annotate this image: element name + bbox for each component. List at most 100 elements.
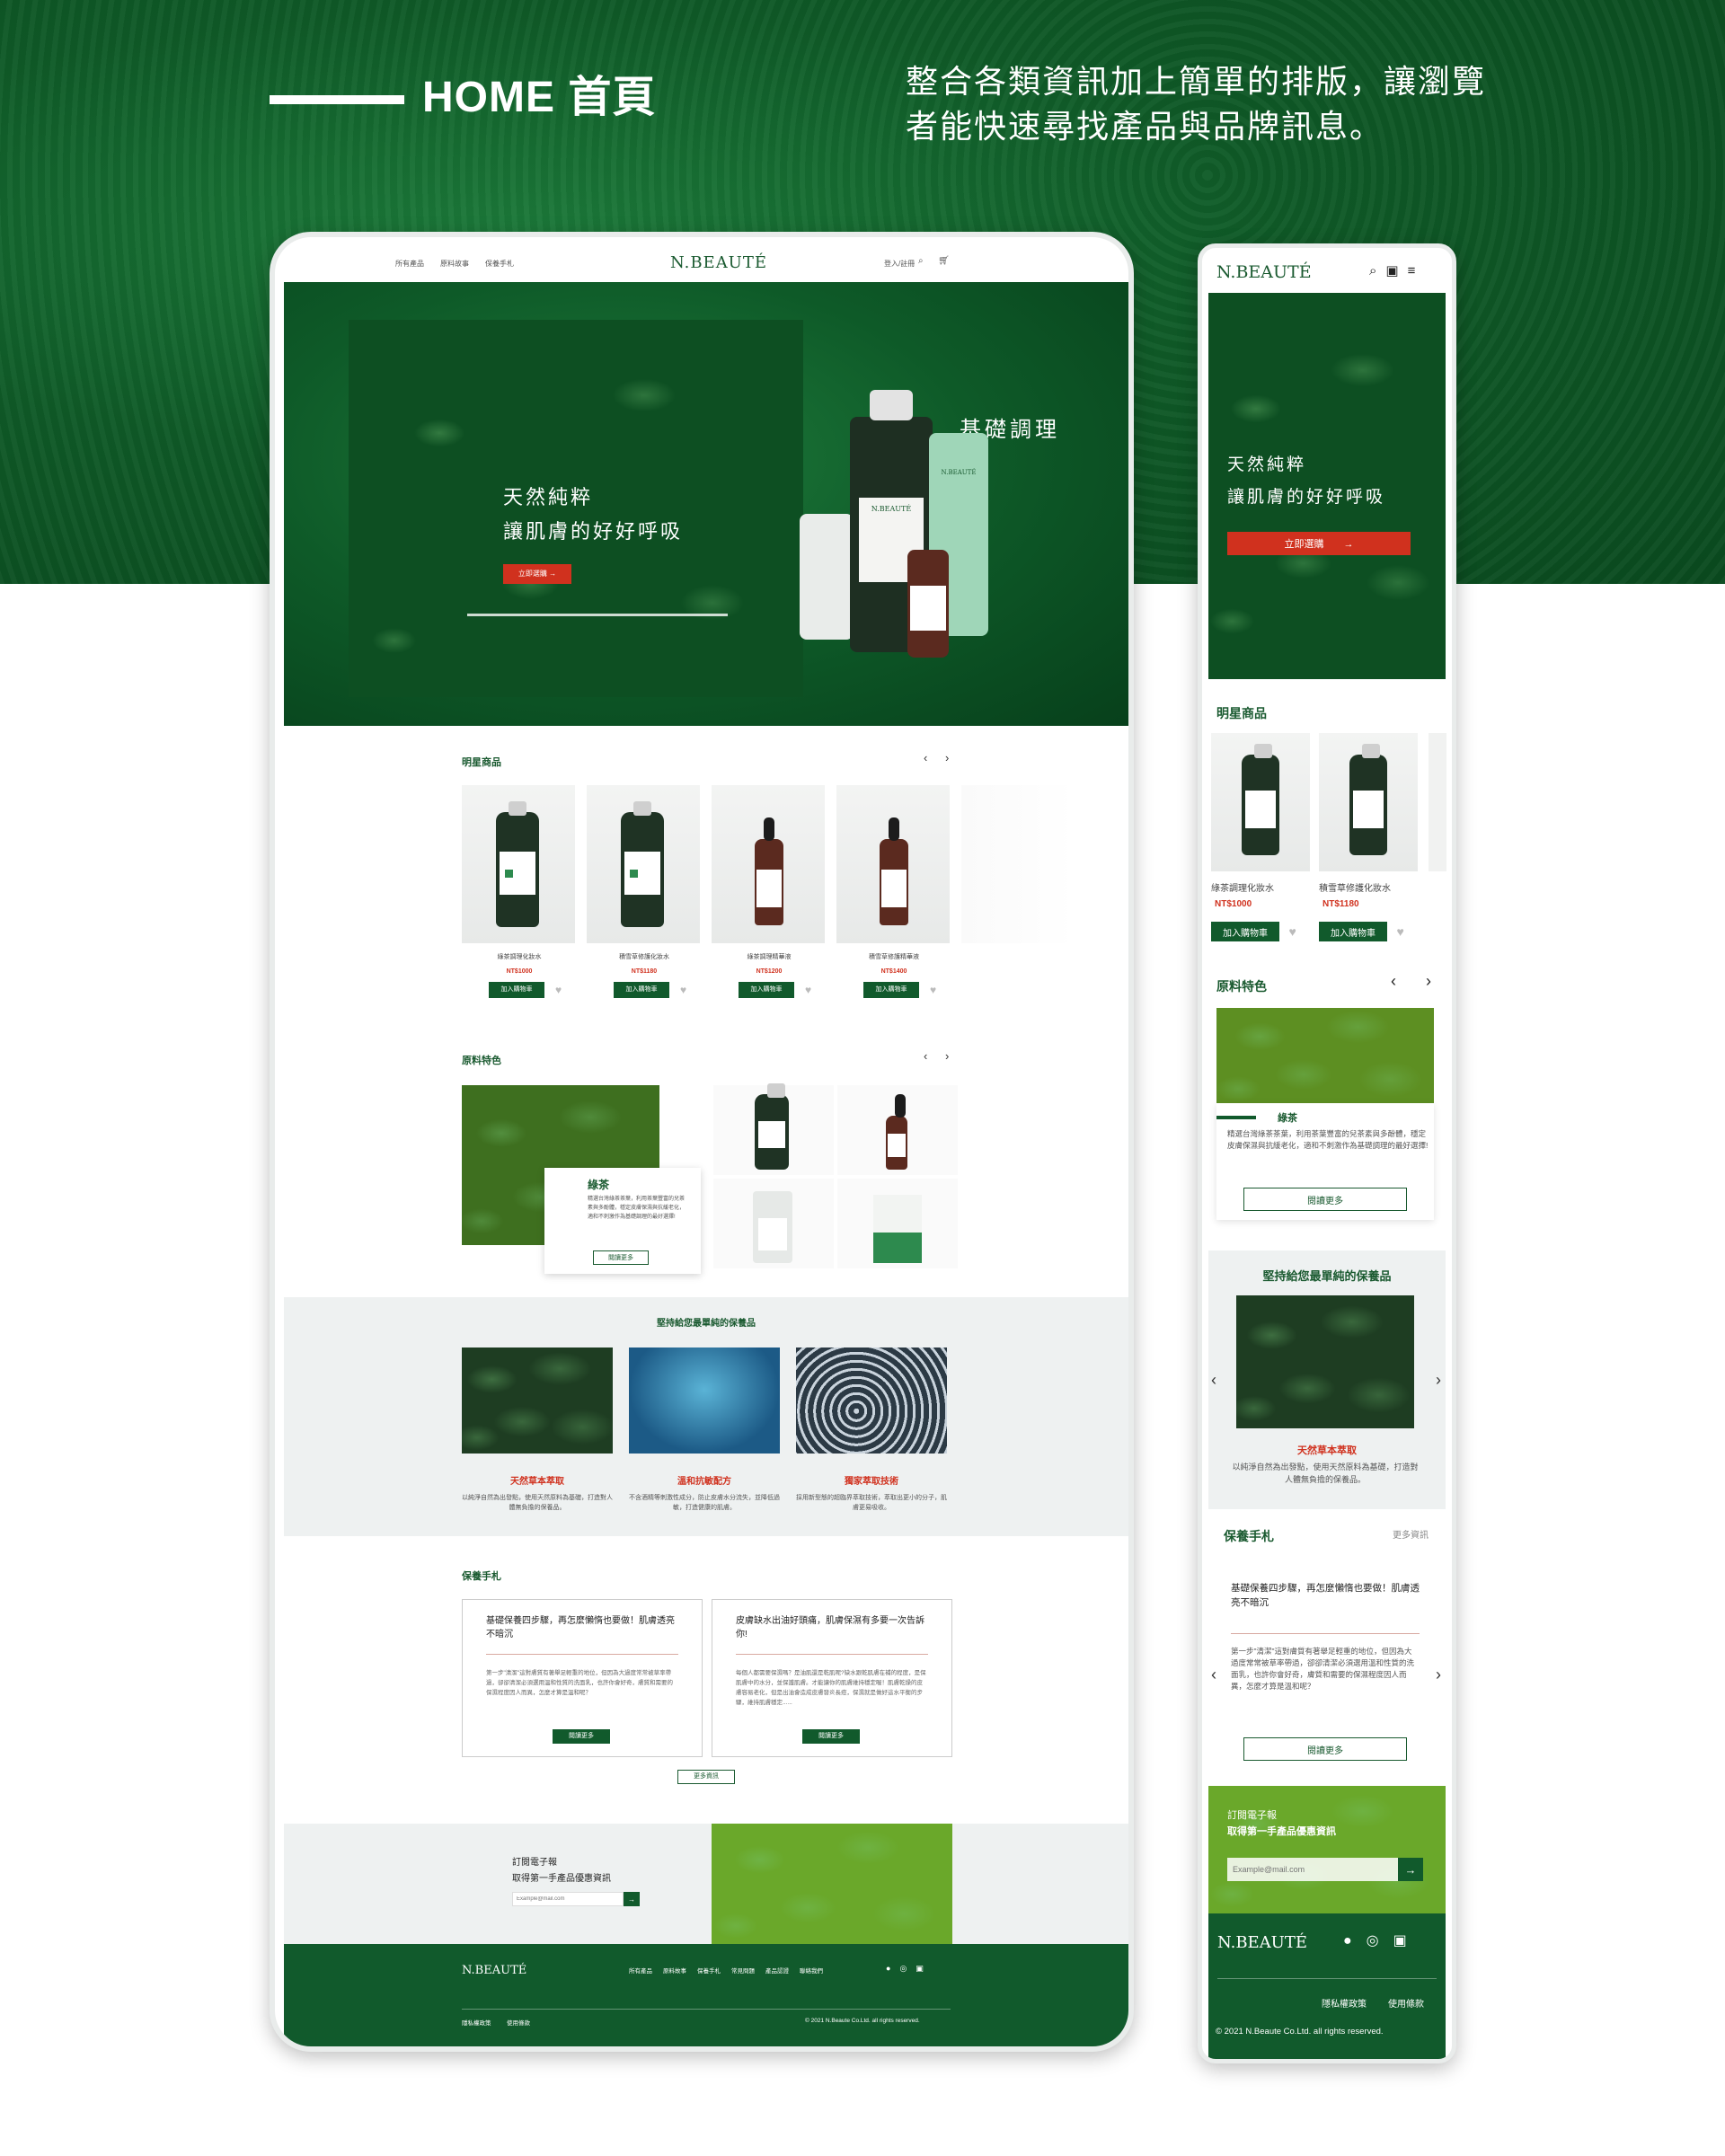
mobile-newsletter-email-input[interactable]	[1227, 1858, 1398, 1881]
brand-logo[interactable]: N.BEAUTÉ	[670, 253, 767, 272]
ingredient-card-title: 綠茶	[1278, 1113, 1297, 1124]
product-price: NT$1400	[880, 968, 907, 975]
mobile-logo[interactable]: N.BEAUTÉ	[1216, 262, 1312, 282]
menu-icon[interactable]: ≡	[1408, 263, 1425, 278]
nav-link-journal[interactable]: 保養手札	[485, 259, 514, 269]
newsletter-email-input[interactable]	[512, 1892, 624, 1906]
heart-icon[interactable]: ♥	[1288, 924, 1296, 939]
read-more-button[interactable]: 閱讀更多	[1243, 1188, 1407, 1211]
value-desc: 不含酒精等刺激性成分，防止皮膚水分流失，並降低過敏，打造健康的肌膚。	[629, 1495, 780, 1511]
mobile-footer-logo[interactable]: N.BEAUTÉ	[1217, 1933, 1307, 1952]
instagram-icon[interactable]: ◎	[899, 1964, 916, 1973]
add-to-cart-button[interactable]: 加入購物車	[1211, 922, 1279, 941]
product-name: 積雪草修護精華液	[869, 954, 919, 960]
journal-post-card[interactable]: 皮膚缺水出油好頭痛，肌膚保濕有多要一次告訴你! 每個人都需要保濕嗎？是油肌還是乾…	[712, 1599, 952, 1757]
mobile-post-title: 基礎保養四步驟，再怎麼懶惰也要做！肌膚透亮不暗沉	[1231, 1583, 1420, 1608]
shop-now-button[interactable]: 立即選購 →	[503, 564, 571, 584]
mobile-journal-next-icon[interactable]: ›	[1436, 1666, 1441, 1684]
product-price: NT$1000	[506, 968, 533, 975]
add-to-cart-button[interactable]: 加入購物車	[614, 982, 669, 998]
desktop-mockup: 所有產品 原料故事 保養手札 N.BEAUTÉ 登入/註冊 ⌕ 🛒︎ 天然純粹 …	[270, 232, 1134, 2052]
mobile-journal-title: 保養手札	[1224, 1529, 1274, 1543]
read-more-button[interactable]: 閱讀更多	[593, 1250, 649, 1265]
footer-link[interactable]: 常見問題	[731, 1966, 755, 1975]
footer-divider	[462, 2009, 951, 2010]
product-name: 綠茶調理化妝水	[1211, 884, 1274, 894]
product-card[interactable]: 積雪草修護精華液 NT$1400 加入購物車 ♥	[836, 785, 951, 998]
newsletter-submit-arrow-icon[interactable]: →	[624, 1892, 640, 1906]
footer-privacy[interactable]: 隱私權政策	[462, 2018, 491, 2027]
newsletter-line2: 取得第一手產品優惠資訊	[512, 1874, 611, 1884]
cart-icon[interactable]: 🛒︎	[938, 256, 950, 266]
add-to-cart-button[interactable]: 加入購物車	[489, 982, 544, 998]
footer-link[interactable]: 聯絡我們	[800, 1966, 823, 1975]
footer-link[interactable]: 產品認證	[765, 1966, 789, 1975]
values-title: 堅持給您最單純的保養品	[657, 1319, 756, 1329]
mobile-product-card[interactable]: 綠茶調理化妝水 NT$1000 加入購物車 ♥	[1211, 733, 1310, 941]
footer-logo[interactable]: N.BEAUTÉ	[462, 1964, 526, 1977]
search-icon[interactable]: ⌕	[1369, 263, 1385, 278]
heart-icon[interactable]: ♥	[805, 984, 811, 996]
cream-jar	[800, 514, 854, 640]
footer-link[interactable]: 原料故事	[663, 1966, 686, 1975]
featured-carousel-arrows[interactable]: ‹ ›	[924, 751, 956, 764]
product-image[interactable]	[1319, 733, 1418, 871]
ingredient-product-thumb[interactable]	[713, 1083, 834, 1175]
mobile-values-prev-icon[interactable]: ‹	[1211, 1371, 1216, 1390]
product-image[interactable]	[462, 785, 575, 943]
mobile-values-next-icon[interactable]: ›	[1436, 1371, 1441, 1390]
ingredient-card-text: 精選台灣綠茶茶葉，利用茶葉豐富的兒茶素與多酚體，穩定皮膚保濕與抗緩老化，適和不刺…	[588, 1197, 686, 1220]
ingredient-product-thumb[interactable]	[837, 1179, 958, 1268]
serum-bottle	[907, 550, 949, 658]
mobile-journal-more-link[interactable]: 更多資訊	[1393, 1527, 1429, 1541]
product-image[interactable]	[1211, 733, 1310, 871]
heart-icon[interactable]: ♥	[930, 984, 936, 996]
footer-terms[interactable]: 使用條款	[507, 2018, 530, 2027]
nav-link-products[interactable]: 所有產品	[395, 259, 424, 269]
value-desc: 以純淨自然為出發點，使用天然原料為基礎，打造對人體無負擔的保養品。	[462, 1495, 613, 1511]
facebook-icon[interactable]: ●	[1343, 1933, 1367, 1948]
line-icon[interactable]: ▣	[916, 1964, 933, 1973]
journal-post-card[interactable]: 基礎保養四步驟，再怎麼懶惰也要做！肌膚透亮不暗沉 第一步"清潔"這對膚質有著舉足…	[462, 1599, 703, 1757]
heart-icon[interactable]: ♥	[680, 984, 686, 996]
hero-headline-1: 天然純粹	[503, 486, 594, 508]
mobile-shop-now-button[interactable]: 立即選購 →	[1227, 532, 1411, 555]
hero-headline-2: 讓肌膚的好好呼吸	[503, 520, 684, 543]
mobile-newsletter-submit-arrow-icon[interactable]: →	[1398, 1858, 1423, 1881]
instagram-icon[interactable]: ◎	[1367, 1933, 1393, 1948]
line-icon[interactable]: ▣	[1393, 1933, 1421, 1948]
footer-link[interactable]: 所有產品	[629, 1966, 652, 1975]
nav-login[interactable]: 登入/註冊	[884, 259, 915, 269]
mobile-ingredients-arrows[interactable]: ‹ ›	[1391, 972, 1444, 991]
read-more-button[interactable]: 閱讀更多	[802, 1729, 860, 1744]
nav-link-story[interactable]: 原料故事	[440, 259, 469, 269]
desktop-footer: N.BEAUTÉ 所有產品 原料故事 保養手札 常見問題 產品認證 聯絡我們 ●…	[284, 1944, 1128, 2046]
add-to-cart-button[interactable]: 加入購物車	[863, 982, 919, 998]
add-to-cart-button[interactable]: 加入購物車	[1319, 922, 1387, 941]
mobile-footer-terms[interactable]: 使用條款	[1388, 1996, 1424, 2010]
product-price: NT$1180	[1322, 899, 1359, 909]
product-price: NT$1000	[1215, 899, 1252, 909]
search-icon[interactable]: ⌕	[918, 256, 924, 266]
heart-icon[interactable]: ♥	[1396, 924, 1403, 939]
add-to-cart-button[interactable]: 加入購物車	[739, 982, 794, 998]
cart-icon[interactable]: ▣	[1385, 263, 1407, 278]
read-more-button[interactable]: 閱讀更多	[553, 1729, 610, 1744]
more-info-button[interactable]: 更多資訊	[677, 1770, 735, 1784]
facebook-icon[interactable]: ●	[886, 1964, 899, 1973]
ingredients-carousel-arrows[interactable]: ‹ ›	[924, 1049, 956, 1063]
product-card[interactable]: 綠茶調理精華液 NT$1200 加入購物車 ♥	[712, 785, 827, 998]
mobile-read-more-button[interactable]: 閱讀更多	[1243, 1737, 1407, 1761]
ingredient-product-thumb[interactable]	[713, 1179, 834, 1268]
product-card[interactable]: 綠茶調理化妝水 NT$1000 加入購物車 ♥	[462, 785, 577, 998]
heart-icon[interactable]: ♥	[555, 984, 562, 996]
product-image[interactable]	[587, 785, 700, 943]
mobile-product-card[interactable]: 積雪草修護化妝水 NT$1180 加入購物車 ♥	[1319, 733, 1418, 941]
product-image[interactable]	[712, 785, 825, 943]
footer-link[interactable]: 保養手札	[697, 1966, 721, 1975]
product-card[interactable]: 積雪草修護化妝水 NT$1180 加入購物車 ♥	[587, 785, 702, 998]
mobile-journal-prev-icon[interactable]: ‹	[1211, 1666, 1216, 1684]
ingredient-product-thumb[interactable]	[837, 1085, 958, 1175]
product-image[interactable]	[836, 785, 950, 943]
mobile-footer-privacy[interactable]: 隱私權政策	[1322, 1996, 1367, 2010]
